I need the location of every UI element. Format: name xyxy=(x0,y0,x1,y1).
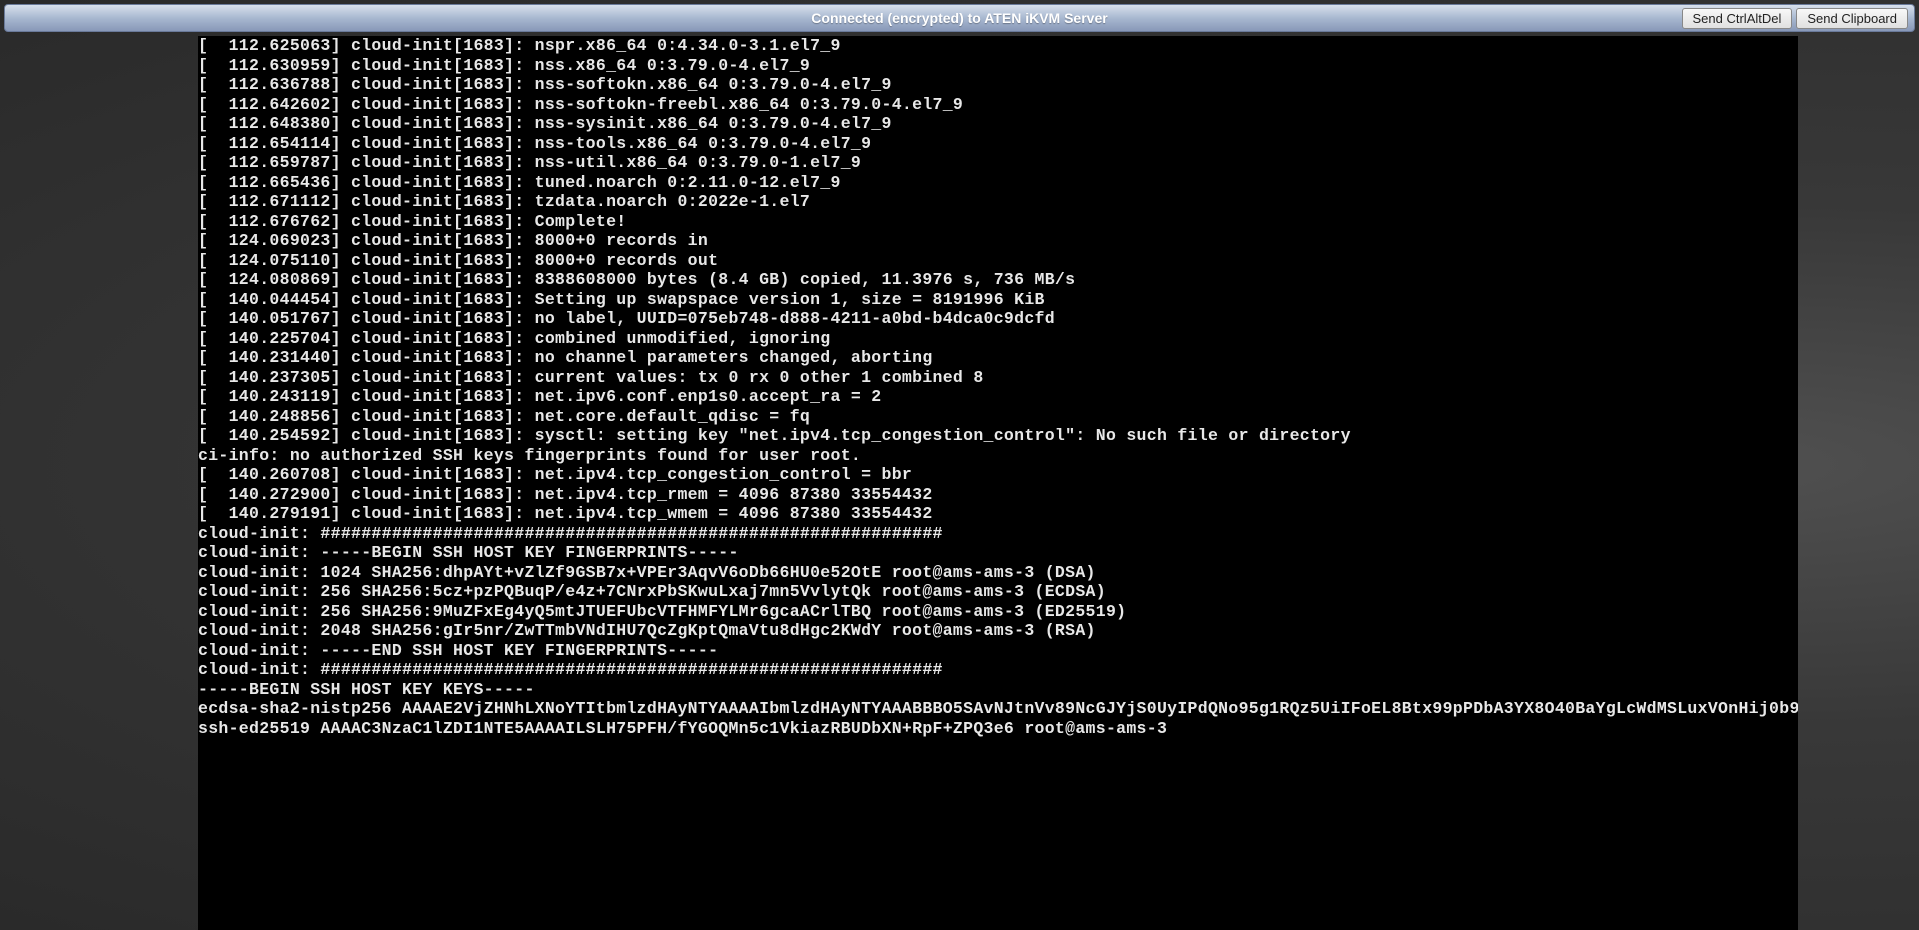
console-viewport[interactable]: [ 112.625063] cloud-init[1683]: nspr.x86… xyxy=(198,36,1798,930)
connection-status-title: Connected (encrypted) to ATEN iKVM Serve… xyxy=(11,10,1908,26)
kvm-toolbar: Connected (encrypted) to ATEN iKVM Serve… xyxy=(4,4,1915,32)
toolbar-buttons: Send CtrlAltDel Send Clipboard xyxy=(1682,8,1909,29)
console-output: [ 112.625063] cloud-init[1683]: nspr.x86… xyxy=(198,36,1798,738)
send-clipboard-button[interactable]: Send Clipboard xyxy=(1796,8,1908,29)
send-ctrlaltdel-button[interactable]: Send CtrlAltDel xyxy=(1682,8,1793,29)
